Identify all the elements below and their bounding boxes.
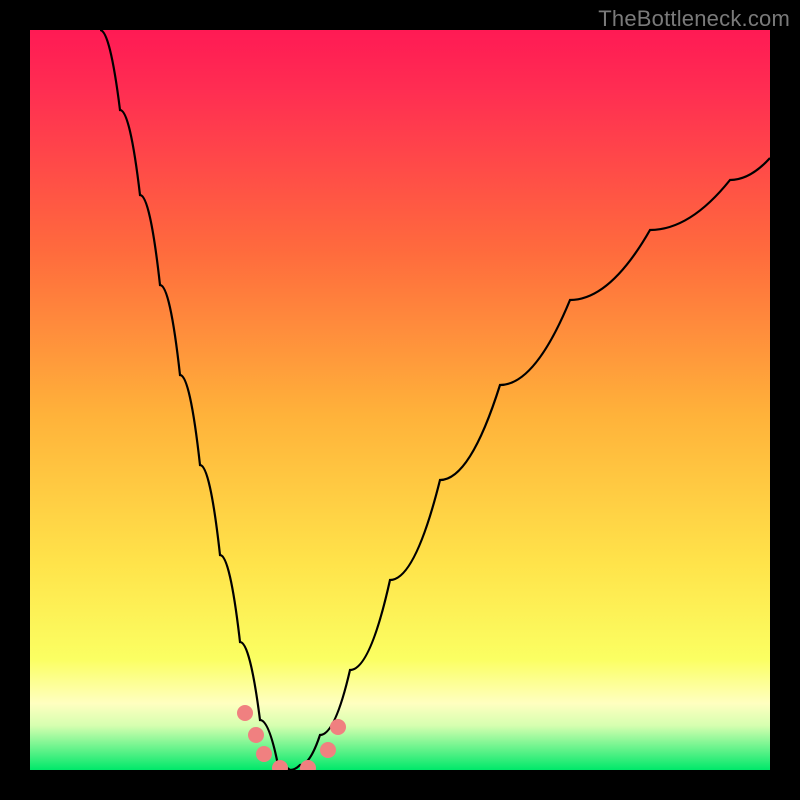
gradient-background [30,30,770,770]
chart-frame: TheBottleneck.com [0,0,800,800]
marker-point [330,719,346,735]
marker-point [256,746,272,762]
plot-area [30,30,770,770]
marker-point [248,727,264,743]
watermark-text: TheBottleneck.com [598,6,790,32]
chart-svg [30,30,770,770]
marker-point [320,742,336,758]
marker-point [237,705,253,721]
